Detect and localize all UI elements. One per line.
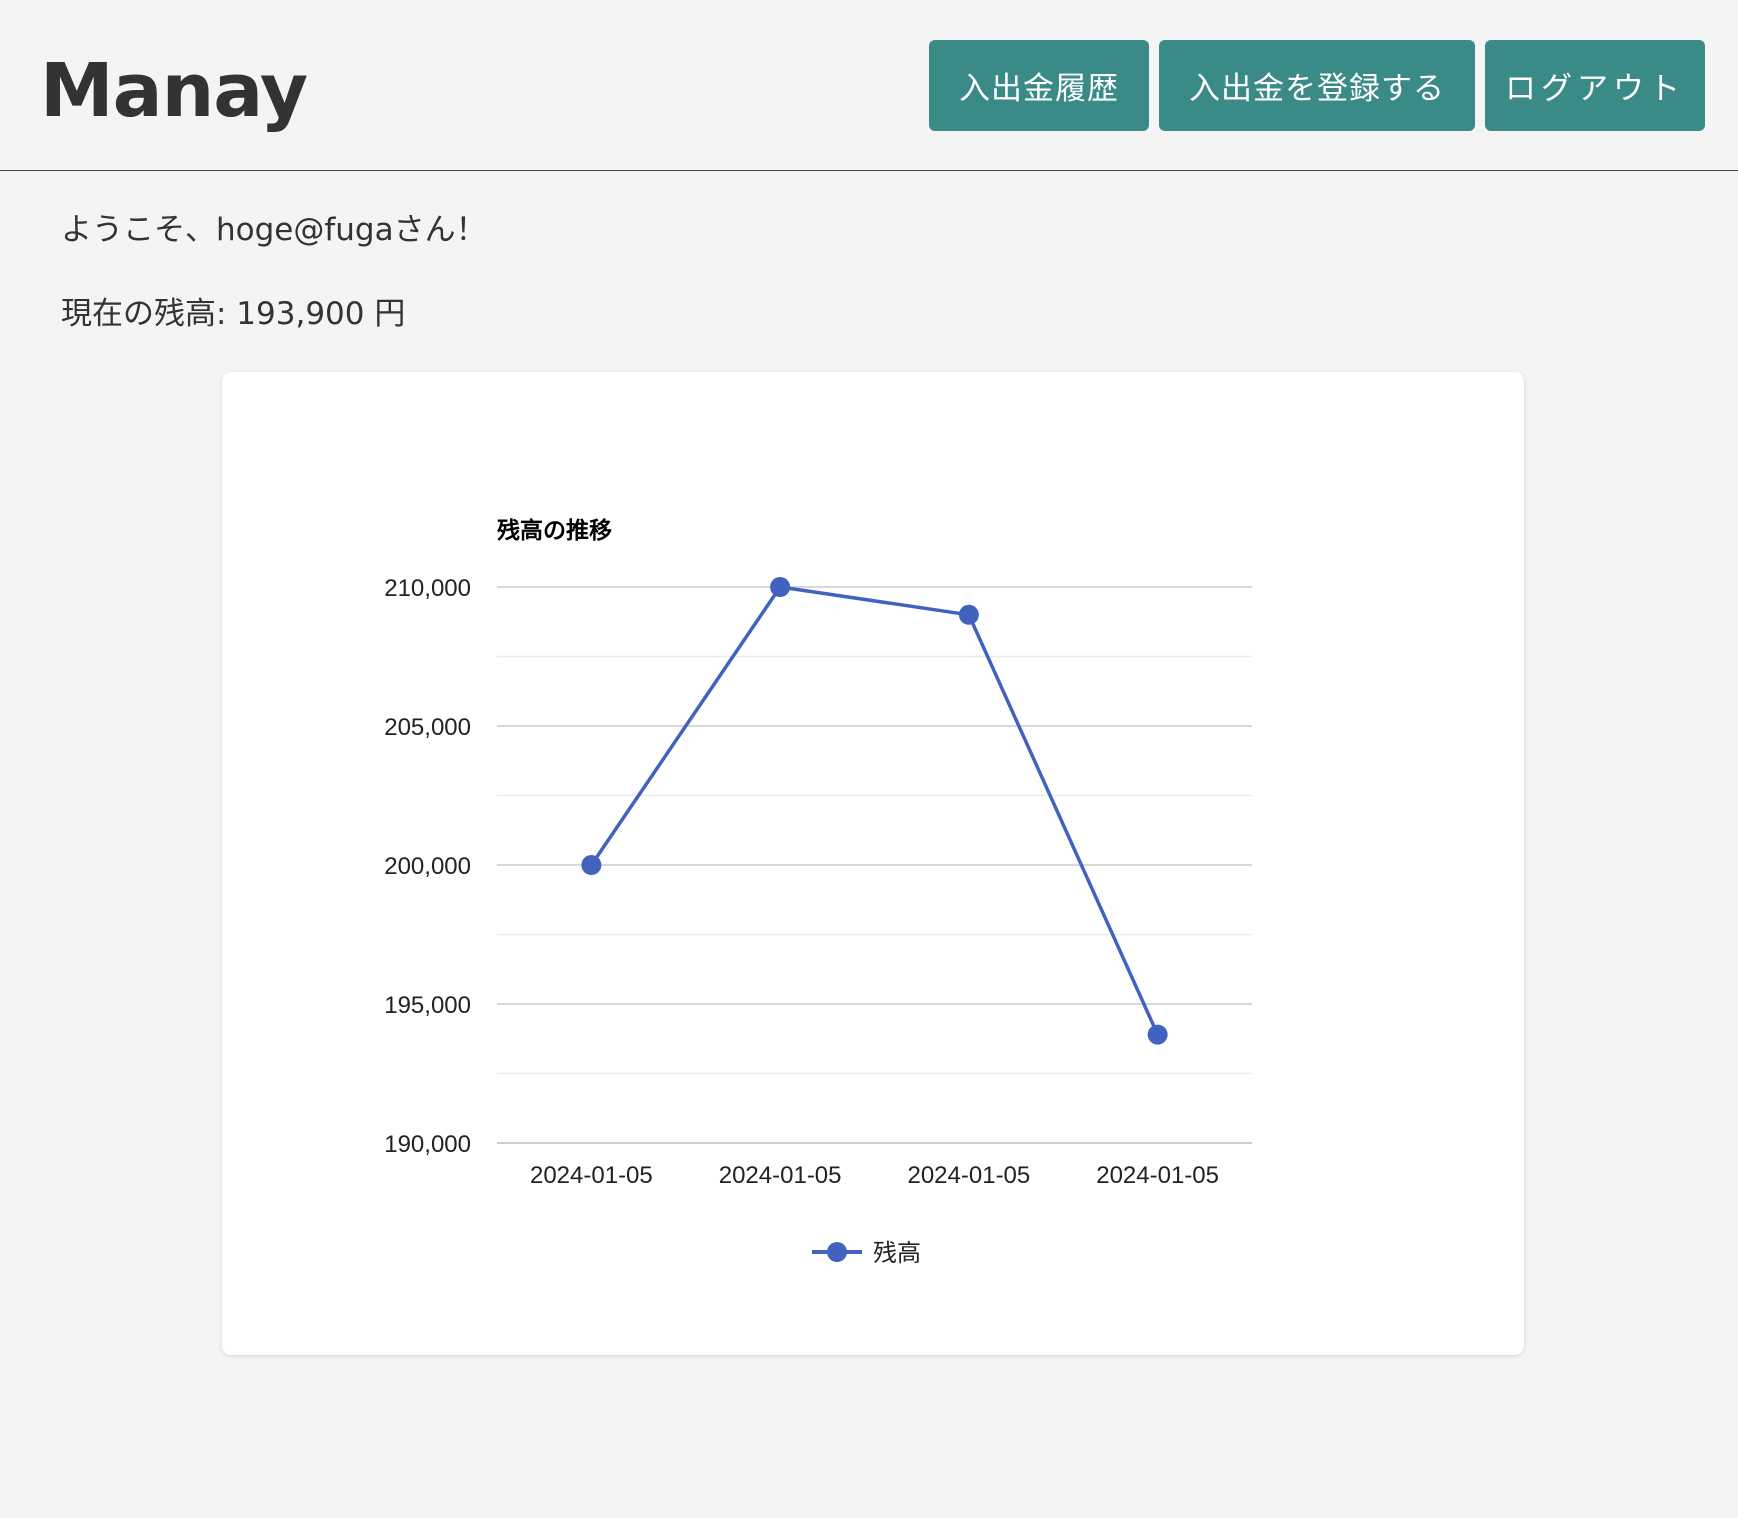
y-tick-label: 200,000	[384, 853, 471, 880]
chart-grid	[497, 586, 1252, 1144]
y-tick-label: 190,000	[384, 1131, 471, 1158]
x-tick-label: 2024-01-05	[1096, 1162, 1219, 1189]
y-tick-label: 210,000	[384, 575, 471, 602]
x-axis: 2024-01-05 2024-01-05 2024-01-05 2024-01-05	[530, 1162, 1219, 1189]
data-point	[958, 604, 979, 625]
history-button[interactable]: 入出金履歴	[929, 40, 1149, 131]
legend-marker	[827, 1242, 847, 1262]
y-tick-label: 205,000	[384, 714, 471, 741]
register-transaction-button[interactable]: 入出金を登録する	[1159, 40, 1475, 131]
header-nav: 入出金履歴 入出金を登録する ログアウト	[929, 40, 1705, 131]
app-header: Manay 入出金履歴 入出金を登録する ログアウト	[0, 0, 1738, 171]
x-tick-label: 2024-01-05	[530, 1162, 653, 1189]
logout-button[interactable]: ログアウト	[1485, 40, 1705, 131]
data-point	[770, 577, 791, 597]
app-logo[interactable]: Manay	[40, 46, 308, 136]
balance-chart: 残高の推移 190,000 195,000 200,000 205,000 210,00…	[384, 517, 1252, 1267]
welcome-message: ようこそ、hoge@fugaさん！	[61, 212, 487, 248]
current-balance: 現在の残高: 193,900 円	[61, 296, 406, 332]
legend-label: 残高	[873, 1239, 921, 1267]
chart-legend: 残高	[812, 1239, 921, 1267]
chart-card: 残高の推移 190,000 195,000 200,000 205,000 210,00…	[222, 372, 1524, 1355]
x-tick-label: 2024-01-05	[719, 1162, 842, 1189]
y-axis: 190,000 195,000 200,000 205,000 210,000	[384, 575, 471, 1158]
series-points	[581, 577, 1168, 1045]
data-point	[581, 855, 602, 875]
y-tick-label: 195,000	[384, 992, 471, 1019]
series-line	[589, 585, 1160, 1036]
data-point	[1147, 1024, 1168, 1045]
x-tick-label: 2024-01-05	[907, 1162, 1030, 1189]
chart-title: 残高の推移	[497, 517, 612, 544]
series-lines	[589, 585, 1160, 1036]
